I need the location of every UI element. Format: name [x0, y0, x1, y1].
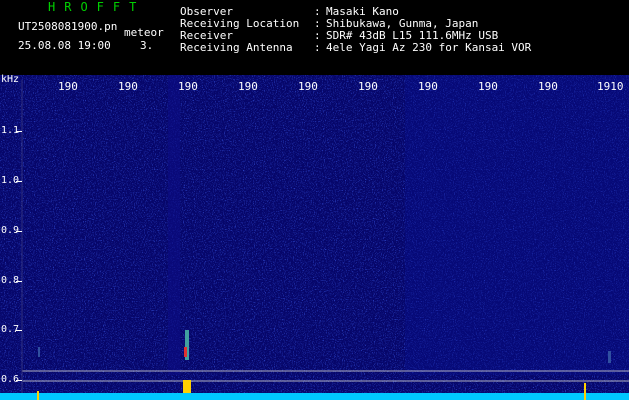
tick-mark-small — [37, 391, 39, 400]
x-tick-label: 190 — [538, 80, 558, 93]
y-tick-mark — [16, 181, 22, 182]
x-tick-label: 190 — [478, 80, 498, 93]
y-tick-mark — [16, 330, 22, 331]
baseline-noise — [0, 393, 629, 400]
app-title: HROFFT — [48, 0, 146, 14]
camera-label: meteor — [124, 26, 164, 39]
y-tick-mark — [16, 231, 22, 232]
minute-band — [168, 75, 180, 375]
x-tick-label: 190 — [238, 80, 258, 93]
y-axis-unit: kHz — [1, 74, 20, 85]
x-tick-label: 190 — [118, 80, 138, 93]
x-tick-label: 190 — [178, 80, 198, 93]
datetime-label: 25.08.08 19:00 — [18, 39, 111, 52]
faint-echo — [38, 347, 40, 357]
info-value: 4ele Yagi Az 230 for Kansai VOR — [326, 41, 532, 54]
x-tick-label: 1910 — [597, 80, 624, 93]
spectrogram — [0, 75, 629, 400]
tick-mark-small — [584, 383, 586, 400]
y-tick-mark — [16, 380, 22, 381]
x-tick-label: 190 — [58, 80, 78, 93]
faint-echo — [608, 351, 611, 363]
y-tick-mark — [16, 281, 22, 282]
info-antenna: Receiving Antenna:4ele Yagi Az 230 for K… — [180, 42, 531, 54]
count-label: 3. — [140, 39, 154, 52]
x-tick-label: 190 — [358, 80, 378, 93]
info-label: Receiving Antenna — [180, 41, 293, 54]
header-panel: HROFFT UT2508081900.pn meteor 25.08.08 1… — [0, 0, 629, 75]
x-tick-label: 190 — [418, 80, 438, 93]
y-tick-mark — [16, 131, 22, 132]
meteor-echo-red — [184, 347, 187, 357]
info-sep: : — [314, 41, 321, 54]
file-name: UT2508081900.pn — [18, 20, 118, 33]
bright-band — [405, 75, 629, 375]
x-tick-label: 190 — [298, 80, 318, 93]
